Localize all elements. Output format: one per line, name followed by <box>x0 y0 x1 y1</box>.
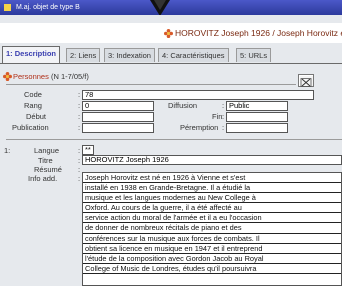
rang-field[interactable]: 0 <box>82 101 154 111</box>
colon: : <box>78 165 81 174</box>
record-header: HOROVITZ Joseph 1926 / Joseph Horovitz e… <box>0 23 342 43</box>
textarea-line: Oxford. Au cours de la guerre, il a été … <box>83 203 341 214</box>
diffusion-field[interactable]: Public <box>226 101 288 111</box>
tab-bar: 1: Description 2: Liens 3: Indexation 4:… <box>2 46 342 63</box>
diffusion-label: Diffusion <box>168 101 198 110</box>
publication-label: Publication <box>12 123 49 132</box>
tab-indexation[interactable]: 3: Indexation <box>104 48 155 62</box>
colon: : <box>78 101 81 110</box>
colon: : <box>222 112 225 121</box>
info-add-label: Info add. <box>28 174 58 183</box>
textarea-line: College of Music de Londres, études qu'i… <box>83 264 341 274</box>
textarea-line: obtient sa licence en musique en 1947 et… <box>83 244 341 254</box>
debut-field[interactable] <box>82 112 154 122</box>
colon: : <box>78 174 81 183</box>
langue-prefix: 1: <box>4 146 11 155</box>
peremption-field[interactable] <box>226 123 288 133</box>
colon: : <box>78 112 81 121</box>
textarea-line: musique et les langues modernes au New C… <box>83 193 341 204</box>
fin-field[interactable] <box>226 112 288 122</box>
colon: : <box>78 146 81 155</box>
record-header-text: HOROVITZ Joseph 1926 / Joseph Horovitz e… <box>175 28 342 38</box>
debut-label: Début <box>26 112 47 121</box>
publication-field[interactable] <box>82 123 154 133</box>
tab-description[interactable]: 1: Description <box>2 46 61 63</box>
info-add-textarea[interactable]: Joseph Horovitz est né en 1926 à Vienne … <box>82 172 342 286</box>
flower-icon <box>3 72 12 81</box>
textarea-line: de donner de nombreux récitals de piano … <box>83 223 341 234</box>
titre-field[interactable]: HOROVITZ Joseph 1926 <box>82 155 342 165</box>
textarea-line: Joseph Horovitz est né en 1926 à Vienne … <box>83 173 341 184</box>
window-title: M.aj. objet de type B <box>15 4 80 11</box>
titre-label: Titre <box>38 156 53 165</box>
section-divider <box>6 139 342 140</box>
colon: : <box>78 123 81 132</box>
resume-label: Résumé <box>34 165 62 174</box>
colon: : <box>222 101 225 110</box>
tab-urls[interactable]: 5: URLs <box>236 48 272 62</box>
colon: : <box>78 90 81 99</box>
app-icon <box>4 3 11 11</box>
editor-panel: HOROVITZ Joseph 1926 / Joseph Horovitz e… <box>0 15 342 286</box>
textarea-line: service action du moral de l'armée et il… <box>83 213 341 224</box>
tab-liens[interactable]: 2: Liens <box>66 48 101 62</box>
textarea-line: installé en 1938 en Grande-Bretagne. Il … <box>83 183 341 194</box>
textarea-line: conférences sur la musique aux forces de… <box>83 234 341 244</box>
section-title-label: Personnes <box>13 72 49 81</box>
section-title: Personnes (N 1-7/05/f) <box>13 72 89 81</box>
flower-icon <box>164 29 173 38</box>
tab-caracteristiques[interactable]: 4: Caractéristiques <box>158 48 229 62</box>
langue-label: Langue <box>34 146 60 155</box>
camera-icon <box>300 78 312 87</box>
tab-divider <box>0 63 342 64</box>
section-title-code: (N 1-7/05/f) <box>50 72 89 81</box>
rang-label: Rang <box>24 101 42 110</box>
code-field[interactable]: 78 <box>82 90 314 100</box>
fin-label: Fin <box>212 112 223 121</box>
camera-button[interactable] <box>298 74 314 87</box>
section-underline <box>6 84 296 85</box>
code-label: Code <box>24 90 42 99</box>
peremption-label: Péremption <box>180 123 219 132</box>
textarea-line: l'étude de la composition avec Gordon Ja… <box>83 254 341 264</box>
colon: : <box>222 123 225 132</box>
langue-field[interactable]: ** <box>82 145 94 155</box>
colon: : <box>78 156 81 165</box>
